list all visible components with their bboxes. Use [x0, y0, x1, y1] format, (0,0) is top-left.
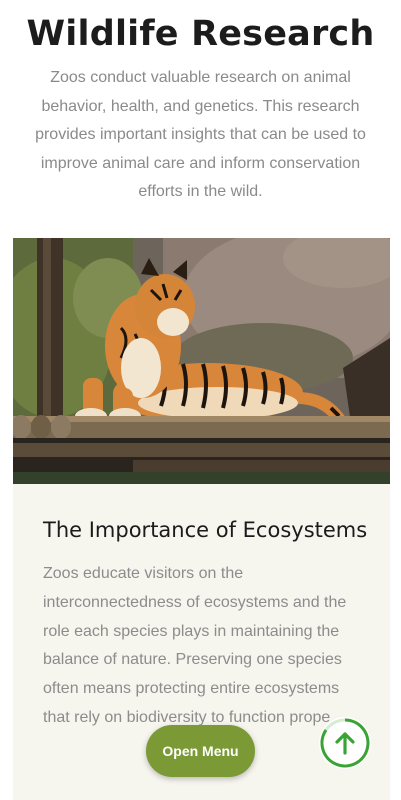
card-title: The Importance of Ecosystems [43, 518, 368, 542]
open-menu-button[interactable]: Open Menu [146, 725, 255, 777]
page: Wildlife Research Zoos conduct valuable … [0, 0, 401, 800]
ecosystems-card: The Importance of Ecosystems Zoos educat… [13, 238, 390, 800]
back-to-top-button[interactable] [319, 717, 371, 769]
arrow-up-icon [320, 718, 370, 768]
section-description: Zoos conduct valuable research on animal… [35, 69, 366, 200]
tiger-image [13, 238, 390, 484]
section-title: Wildlife Research [26, 14, 375, 54]
card-description: Zoos educate visitors on the interconnec… [43, 565, 347, 726]
